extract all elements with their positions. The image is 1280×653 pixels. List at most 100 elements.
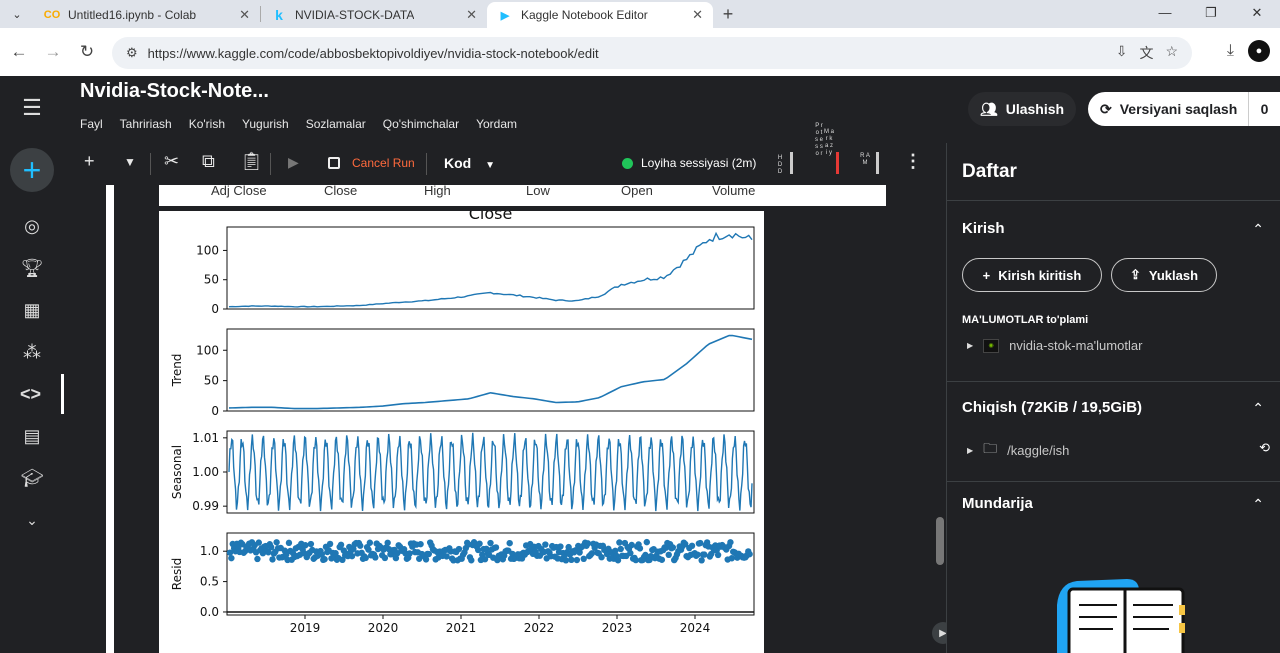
- y-tick-label: 100: [196, 243, 219, 257]
- notebook-scrollbar-thumb[interactable]: [936, 517, 944, 565]
- menu-run[interactable]: Yugurish: [242, 117, 289, 131]
- learn-icon[interactable]: 🎓︎: [0, 458, 64, 498]
- close-icon[interactable]: ✕: [239, 7, 250, 23]
- refresh-icon[interactable]: ⟲: [1259, 440, 1270, 456]
- menu-view[interactable]: Ko'rish: [189, 117, 225, 131]
- menu-addons[interactable]: Qo'shimchalar: [383, 117, 459, 131]
- save-version-label: Versiyani saqlash: [1119, 101, 1238, 117]
- compass-icon[interactable]: ◎: [0, 206, 64, 246]
- menu-edit[interactable]: Tahririash: [120, 117, 172, 131]
- menu-help[interactable]: Yordam: [476, 117, 517, 131]
- more-vert-icon[interactable]: ⋮: [904, 151, 922, 172]
- models-icon[interactable]: ⁂: [0, 332, 64, 372]
- chevron-up-icon[interactable]: ⌃: [1252, 496, 1264, 513]
- x-tick-label: 2019: [290, 621, 321, 635]
- save-version-button[interactable]: ⟳ Versiyani saqlash 0: [1088, 92, 1280, 126]
- tab-colab[interactable]: CO Untitled16.ipynb - Colab ✕: [34, 2, 260, 28]
- notebook-cells-area[interactable]: Adj Close Close High Low Open Volume Clo…: [64, 183, 954, 653]
- close-icon[interactable]: ✕: [692, 7, 703, 23]
- chevron-down-icon[interactable]: ⌄: [0, 500, 64, 540]
- y-tick-label: 0: [211, 302, 219, 316]
- notebook-toolbar: + ▼ ✂ ⧉ 📋︎ ▶ Cancel Run Kod ▼ Loyiha ses…: [64, 123, 946, 185]
- share-button[interactable]: 👥︎ Ulashish: [968, 92, 1076, 126]
- profile-avatar[interactable]: ●: [1248, 40, 1270, 62]
- output-tree-item[interactable]: ▶ 🗀 /kaggle/ish: [967, 438, 1069, 462]
- bookmark-star-icon[interactable]: ☆: [1165, 43, 1178, 63]
- chevron-up-icon[interactable]: ⌃: [1252, 221, 1264, 238]
- cut-icon[interactable]: ✂: [164, 151, 179, 172]
- run-icon[interactable]: ▶: [288, 154, 299, 171]
- url-input[interactable]: ⚙ https://www.kaggle.com/code/abbosbekto…: [112, 37, 1192, 69]
- discussion-icon[interactable]: ▤: [0, 416, 64, 456]
- add-input-button[interactable]: + Kirish kiritish: [962, 258, 1102, 292]
- minimize-icon[interactable]: —: [1142, 0, 1188, 28]
- toc-section-header[interactable]: Mundarija: [962, 495, 1033, 512]
- create-plus-button[interactable]: +: [10, 148, 54, 192]
- resid-point: [643, 538, 650, 546]
- menu-file[interactable]: Fayl: [80, 117, 103, 131]
- new-tab-button[interactable]: +: [713, 4, 743, 25]
- copy-icon[interactable]: ⧉: [202, 151, 215, 172]
- hdd-meter-label: H D D: [777, 155, 783, 175]
- forward-icon[interactable]: →: [36, 42, 70, 62]
- tab-nvidia-stock-data[interactable]: k NVIDIA-STOCK-DATA ✕: [261, 2, 487, 28]
- x-tick-label: 2022: [524, 621, 555, 635]
- cancel-run-button[interactable]: Cancel Run: [328, 156, 415, 170]
- caret-right-icon[interactable]: ▶: [967, 341, 973, 350]
- tab-label: Untitled16.ipynb - Colab: [68, 8, 197, 22]
- resid-point: [326, 540, 334, 548]
- tab-search-chevron-icon[interactable]: ⌄: [0, 0, 34, 28]
- table-column-header: Close: [324, 183, 358, 198]
- toolbar-separator: [426, 153, 427, 175]
- y-tick-label: 100: [196, 343, 219, 357]
- resid-point: [372, 554, 379, 561]
- notebook-title[interactable]: Nvidia-Stock-Note...: [80, 80, 269, 103]
- session-status[interactable]: Loyiha sessiyasi (2m): [622, 156, 756, 170]
- resid-point: [617, 545, 624, 553]
- series-line: [228, 334, 753, 410]
- hamburger-menu-icon[interactable]: ☰: [0, 88, 64, 128]
- translate-icon[interactable]: 文: [1139, 43, 1153, 63]
- output-section-header[interactable]: Chiqish (72KiB / 19,5GiB): [962, 399, 1142, 416]
- browser-tab-bar: ⌄ CO Untitled16.ipynb - Colab ✕ k NVIDIA…: [0, 0, 1280, 28]
- resid-point: [321, 556, 328, 563]
- panel-title: Daftar: [962, 161, 1017, 182]
- trophy-icon[interactable]: 🏆︎: [0, 248, 64, 288]
- install-app-icon[interactable]: ⇩: [1116, 43, 1128, 63]
- code-icon[interactable]: <>: [0, 374, 64, 414]
- cell-type-select[interactable]: Kod ▼: [444, 155, 495, 171]
- resid-point: [688, 542, 696, 550]
- tab-kaggle-notebook-editor[interactable]: ▶ Kaggle Notebook Editor ✕: [487, 2, 713, 28]
- resid-point: [669, 544, 677, 551]
- site-info-icon[interactable]: ⚙: [126, 45, 138, 61]
- back-icon[interactable]: ←: [2, 42, 36, 62]
- resid-point: [302, 542, 309, 549]
- resid-point: [476, 540, 483, 547]
- input-section-header[interactable]: Kirish: [962, 220, 1005, 237]
- table-column-header: Low: [526, 183, 550, 198]
- chevron-up-icon[interactable]: ⌃: [1252, 400, 1264, 417]
- download-icon[interactable]: ⤓: [1227, 42, 1234, 60]
- decomposition-chart-svg: Close 0 50 100 0 50 100 Trend 0.99 1.00 1.01 Season…: [170, 204, 755, 635]
- session-active-dot: [622, 157, 633, 169]
- resid-point: [658, 556, 666, 563]
- menu-settings[interactable]: Sozlamalar: [306, 117, 366, 131]
- restore-icon[interactable]: ❐: [1188, 0, 1234, 28]
- table-icon[interactable]: ▦: [0, 290, 64, 330]
- session-label: Loyiha sessiyasi (2m): [641, 156, 757, 170]
- paste-icon[interactable]: 📋︎: [240, 151, 263, 172]
- y-tick-label: 0.5: [200, 575, 219, 589]
- reload-icon[interactable]: ↻: [70, 42, 104, 62]
- dataset-tree-item[interactable]: ▶ ◉ nvidia-stok-ma'lumotlar: [967, 338, 1142, 353]
- panel-frame: [226, 328, 755, 412]
- hdd-meter-bar: [790, 152, 793, 174]
- toolbar-separator: [150, 153, 151, 175]
- window-close-icon[interactable]: ✕: [1234, 0, 1280, 28]
- version-count[interactable]: 0: [1248, 92, 1280, 126]
- upload-button[interactable]: ⇪ Yuklash: [1111, 258, 1217, 292]
- add-cell-dropdown-icon[interactable]: ▼: [124, 155, 136, 169]
- caret-right-icon[interactable]: ▶: [967, 446, 973, 455]
- add-cell-icon[interactable]: +: [84, 151, 95, 172]
- y-tick-label: 1.00: [192, 465, 219, 479]
- close-icon[interactable]: ✕: [466, 7, 477, 23]
